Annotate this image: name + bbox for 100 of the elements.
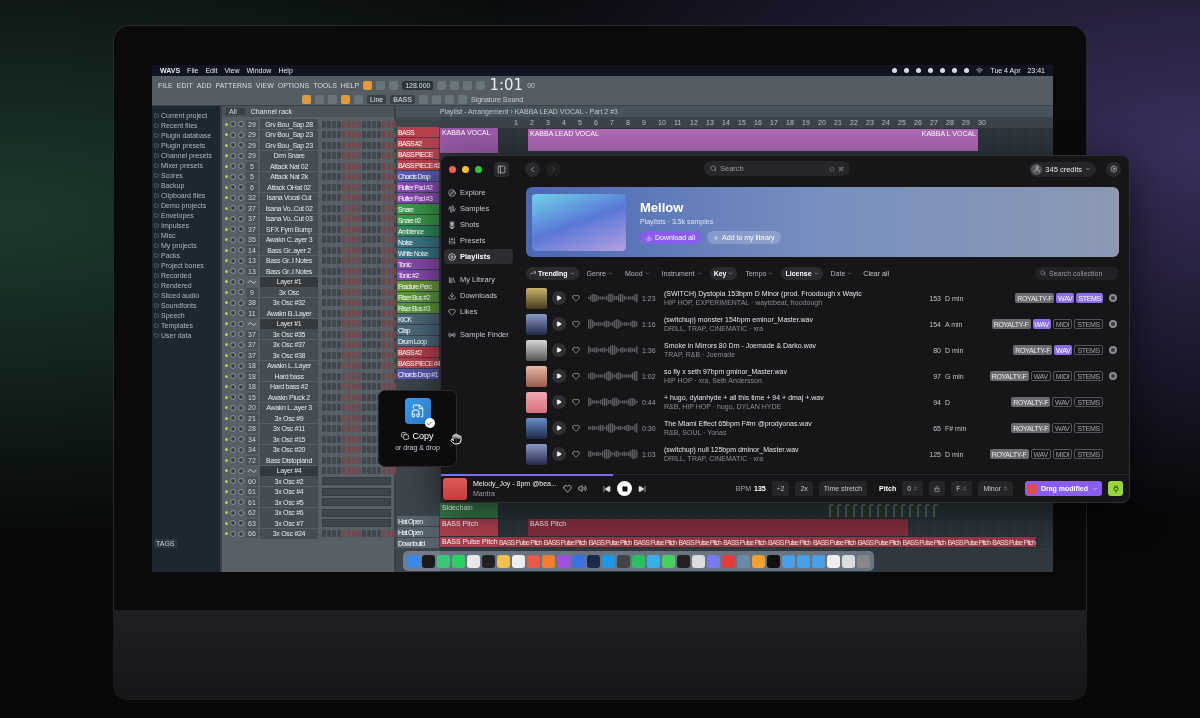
skip-back-icon — [603, 484, 611, 493]
chevron-down-icon — [696, 270, 702, 276]
led-icon — [225, 395, 228, 399]
led-icon — [225, 164, 228, 168]
trending-icon — [530, 270, 536, 276]
copy-icon — [401, 432, 410, 440]
led-icon — [225, 332, 228, 336]
forward-button[interactable] — [546, 161, 561, 177]
led-icon — [225, 500, 228, 504]
speaker-icon — [578, 484, 587, 493]
led-icon — [225, 469, 228, 473]
play-button[interactable] — [552, 421, 566, 435]
led-icon — [225, 311, 228, 315]
routing-icon — [246, 277, 258, 286]
chevron-down-icon — [644, 270, 650, 276]
led-icon — [225, 154, 228, 158]
heart-icon — [572, 398, 580, 406]
folder-icon — [154, 212, 159, 218]
compass-icon — [448, 188, 456, 197]
play-button[interactable] — [552, 395, 566, 409]
copy-button[interactable]: Copy — [401, 431, 434, 441]
plug-button[interactable] — [1108, 481, 1123, 496]
play-icon — [556, 425, 562, 431]
folder-icon — [154, 302, 159, 308]
waveform-icon — [448, 204, 456, 213]
skip-forward-icon — [638, 484, 646, 493]
chevron-down-icon — [1092, 485, 1098, 492]
settings-button[interactable] — [1106, 161, 1121, 177]
chevron-down-icon — [768, 270, 774, 276]
folder-icon — [154, 262, 159, 268]
heart-icon — [572, 346, 580, 354]
play-icon — [556, 373, 562, 379]
piano-roll-preview — [322, 508, 391, 517]
stop-button[interactable] — [617, 481, 632, 496]
album-art-placeholder — [526, 287, 547, 309]
play-icon — [556, 451, 562, 457]
maximize-button[interactable] — [475, 165, 482, 173]
song-time-display: 1:01 — [489, 76, 524, 94]
led-icon — [225, 406, 228, 410]
search-icon — [710, 165, 717, 172]
album-art-placeholder — [526, 313, 547, 335]
led-icon — [225, 322, 228, 326]
color-swatch — [1026, 483, 1037, 494]
led-icon — [225, 280, 228, 284]
lock-button[interactable] — [929, 481, 946, 496]
piano-roll-preview — [322, 477, 391, 486]
stop-icon — [621, 485, 628, 492]
like-button[interactable] — [563, 484, 572, 493]
download-icon — [646, 234, 652, 241]
heart-icon — [572, 450, 580, 458]
waveform-drawing — [588, 448, 638, 460]
folder-icon — [154, 112, 159, 118]
download-icon — [448, 291, 456, 300]
folder-icon — [154, 292, 159, 298]
wifi-icon[interactable] — [976, 67, 984, 74]
play-button[interactable] — [552, 317, 566, 331]
chevron-right-icon — [549, 164, 558, 174]
play-button[interactable] — [552, 291, 566, 305]
album-art-placeholder — [526, 417, 547, 439]
command-key-icon — [838, 165, 844, 172]
album-art-placeholder — [443, 477, 467, 500]
led-icon — [225, 374, 228, 378]
routing-icon — [246, 466, 258, 475]
play-button[interactable] — [552, 343, 566, 357]
stepper-icon — [1002, 486, 1008, 491]
waveform-drawing — [588, 422, 638, 434]
previous-button[interactable] — [603, 484, 611, 493]
close-button[interactable] — [449, 165, 456, 173]
folder-icon — [154, 232, 159, 238]
waveform-drawing — [588, 396, 638, 408]
led-icon — [225, 364, 228, 368]
album-art-placeholder — [526, 443, 547, 465]
folder-icon — [154, 272, 159, 278]
led-icon — [225, 343, 228, 347]
led-icon — [225, 301, 228, 305]
folder-icon — [154, 222, 159, 228]
album-art-placeholder — [526, 391, 547, 413]
play-button[interactable] — [552, 369, 566, 383]
heart-icon — [572, 294, 580, 302]
search-icon — [1040, 270, 1046, 276]
folder-icon — [154, 202, 159, 208]
minimize-button[interactable] — [462, 165, 469, 173]
pattern-toggle-icon[interactable] — [363, 80, 373, 90]
led-icon — [225, 458, 228, 462]
sidebar-toggle-button[interactable] — [494, 161, 509, 177]
led-icon — [225, 521, 228, 525]
next-button[interactable] — [638, 484, 646, 493]
heart-icon — [563, 484, 572, 493]
volume-button[interactable] — [578, 484, 587, 493]
led-icon — [225, 227, 228, 231]
panel-icon — [497, 164, 506, 174]
waveform-drawing — [588, 344, 638, 356]
heart-icon — [572, 320, 580, 328]
waveform-drawing — [588, 292, 638, 304]
led-icon — [225, 133, 228, 137]
led-icon — [225, 385, 228, 389]
folder-icon — [154, 282, 159, 288]
back-button[interactable] — [525, 161, 540, 177]
play-button[interactable] — [552, 447, 566, 461]
hand-cursor-icon — [450, 433, 462, 445]
